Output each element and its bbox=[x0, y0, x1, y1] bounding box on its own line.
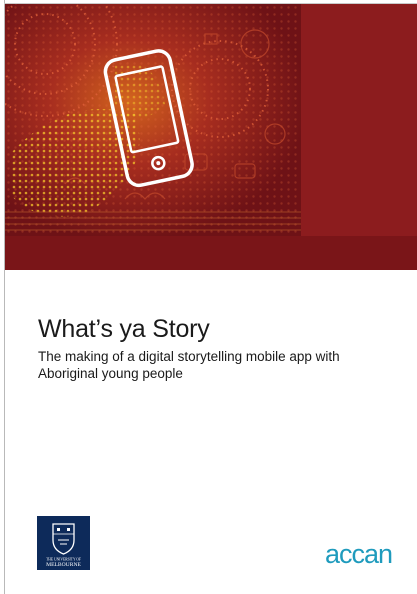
title-block: What’s ya Story The making of a digital … bbox=[38, 314, 398, 382]
cover-banner bbox=[5, 4, 417, 270]
accan-logo-text: accan bbox=[325, 539, 392, 569]
university-logo: THE UNIVERSITY OF MELBOURNE bbox=[37, 516, 90, 570]
accan-logo: accan bbox=[325, 539, 393, 569]
university-name-line2: MELBOURNE bbox=[46, 562, 81, 568]
report-title: What’s ya Story bbox=[38, 315, 210, 343]
report-subtitle: The making of a digital storytelling mob… bbox=[38, 349, 340, 381]
university-name-line1: THE UNIVERSITY OF bbox=[46, 558, 81, 562]
cover-artwork bbox=[5, 4, 301, 236]
university-crest-icon bbox=[52, 523, 75, 555]
banner-strip bbox=[5, 236, 417, 270]
report-cover: What’s ya Story The making of a digital … bbox=[0, 0, 417, 594]
